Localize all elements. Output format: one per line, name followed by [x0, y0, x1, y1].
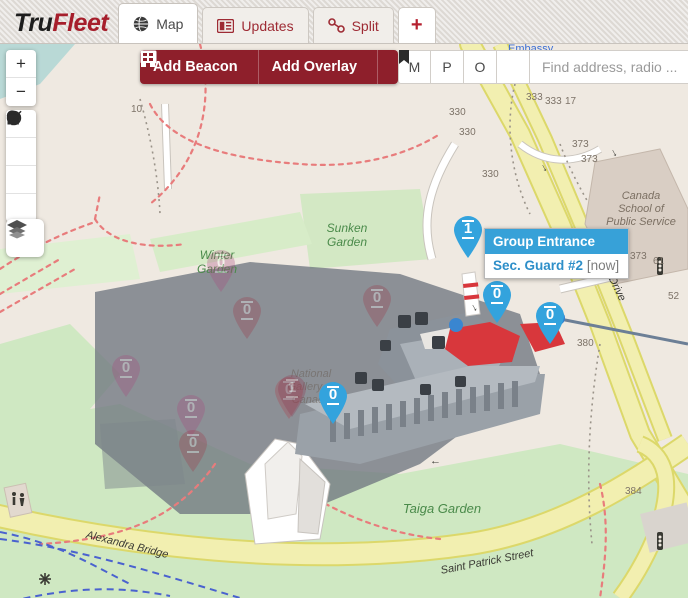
zoom-in-button[interactable]: + [6, 50, 36, 78]
beacon-marker-faded[interactable]: 0 [110, 354, 142, 398]
layers-control[interactable] [6, 219, 44, 257]
tab-bar: Map Updates Split + [118, 0, 436, 43]
map-search-toolbar: M P O [398, 50, 688, 84]
beacon-marker-faded[interactable]: 0 [177, 429, 209, 473]
svg-text:←: ← [430, 455, 441, 467]
beacon-marker-faded[interactable]: 0 [231, 296, 263, 340]
draw-polygon-button[interactable] [6, 110, 36, 194]
layers-button[interactable] [6, 219, 44, 257]
beacon-marker[interactable]: 0 [534, 301, 566, 345]
beacon-marker-faded[interactable]: 1 [276, 374, 308, 418]
tab-updates[interactable]: Updates [202, 7, 309, 43]
search-container[interactable] [530, 50, 688, 84]
tab-split[interactable]: Split [312, 7, 394, 43]
tab-split-label: Split [351, 17, 379, 34]
map-action-toolbar: Add Beacon Add Overlay [140, 50, 399, 84]
app-root: → → ← → Sunken Garden Winter Garden Taig… [0, 0, 688, 598]
zoom-controls: + − [6, 50, 36, 106]
add-overlay-label: Add Overlay [271, 59, 358, 75]
beacon-marker[interactable]: 0 [317, 381, 349, 425]
popup-body: Sec. Guard #2 [now] [485, 254, 628, 278]
edit-button[interactable] [6, 110, 36, 222]
beacon-marker-faded[interactable]: 0 [205, 249, 237, 293]
tab-updates-label: Updates [241, 17, 294, 34]
add-marker-button[interactable] [6, 110, 36, 166]
map-canvas[interactable]: → → ← → Sunken Garden Winter Garden Taig… [0, 44, 688, 598]
add-beacon-button[interactable]: Add Beacon [140, 50, 259, 84]
add-beacon-label: Add Beacon [153, 59, 238, 75]
globe-icon [133, 15, 149, 32]
link-icon [327, 18, 345, 33]
filter-button-p[interactable]: P [431, 50, 464, 84]
map-draw-tools [6, 110, 36, 222]
popup-person: Sec. Guard #2 [493, 258, 584, 273]
logo-part-1: Tru [14, 9, 53, 37]
bookmark-button[interactable] [399, 50, 530, 84]
app-header: TruFleet Map Updates Split + [0, 0, 688, 44]
beacon-marker-faded[interactable]: 0 [361, 284, 393, 328]
logo-part-2: Fleet [52, 9, 109, 37]
beacon-marker[interactable]: 0 [481, 280, 513, 324]
map-vector-layer: → → ← → [0, 44, 688, 598]
popup-title: Group Entrance [485, 229, 629, 254]
add-overlay-button[interactable]: Add Overlay [140, 50, 379, 84]
filter-button-o[interactable]: O [464, 50, 497, 84]
search-input[interactable] [542, 59, 688, 75]
zoom-out-button[interactable]: − [6, 78, 36, 106]
tab-add[interactable]: + [397, 7, 436, 43]
app-logo: TruFleet [0, 11, 118, 43]
building-tool-button[interactable] [141, 50, 398, 84]
tab-map-label: Map [156, 15, 184, 32]
marker-popup[interactable]: Group Entrance Sec. Guard #2 [now] [484, 228, 630, 279]
popup-time: [now] [586, 258, 620, 273]
list-icon [217, 18, 235, 33]
tab-map[interactable]: Map [118, 3, 199, 43]
beacon-marker[interactable]: 1 [452, 215, 484, 259]
